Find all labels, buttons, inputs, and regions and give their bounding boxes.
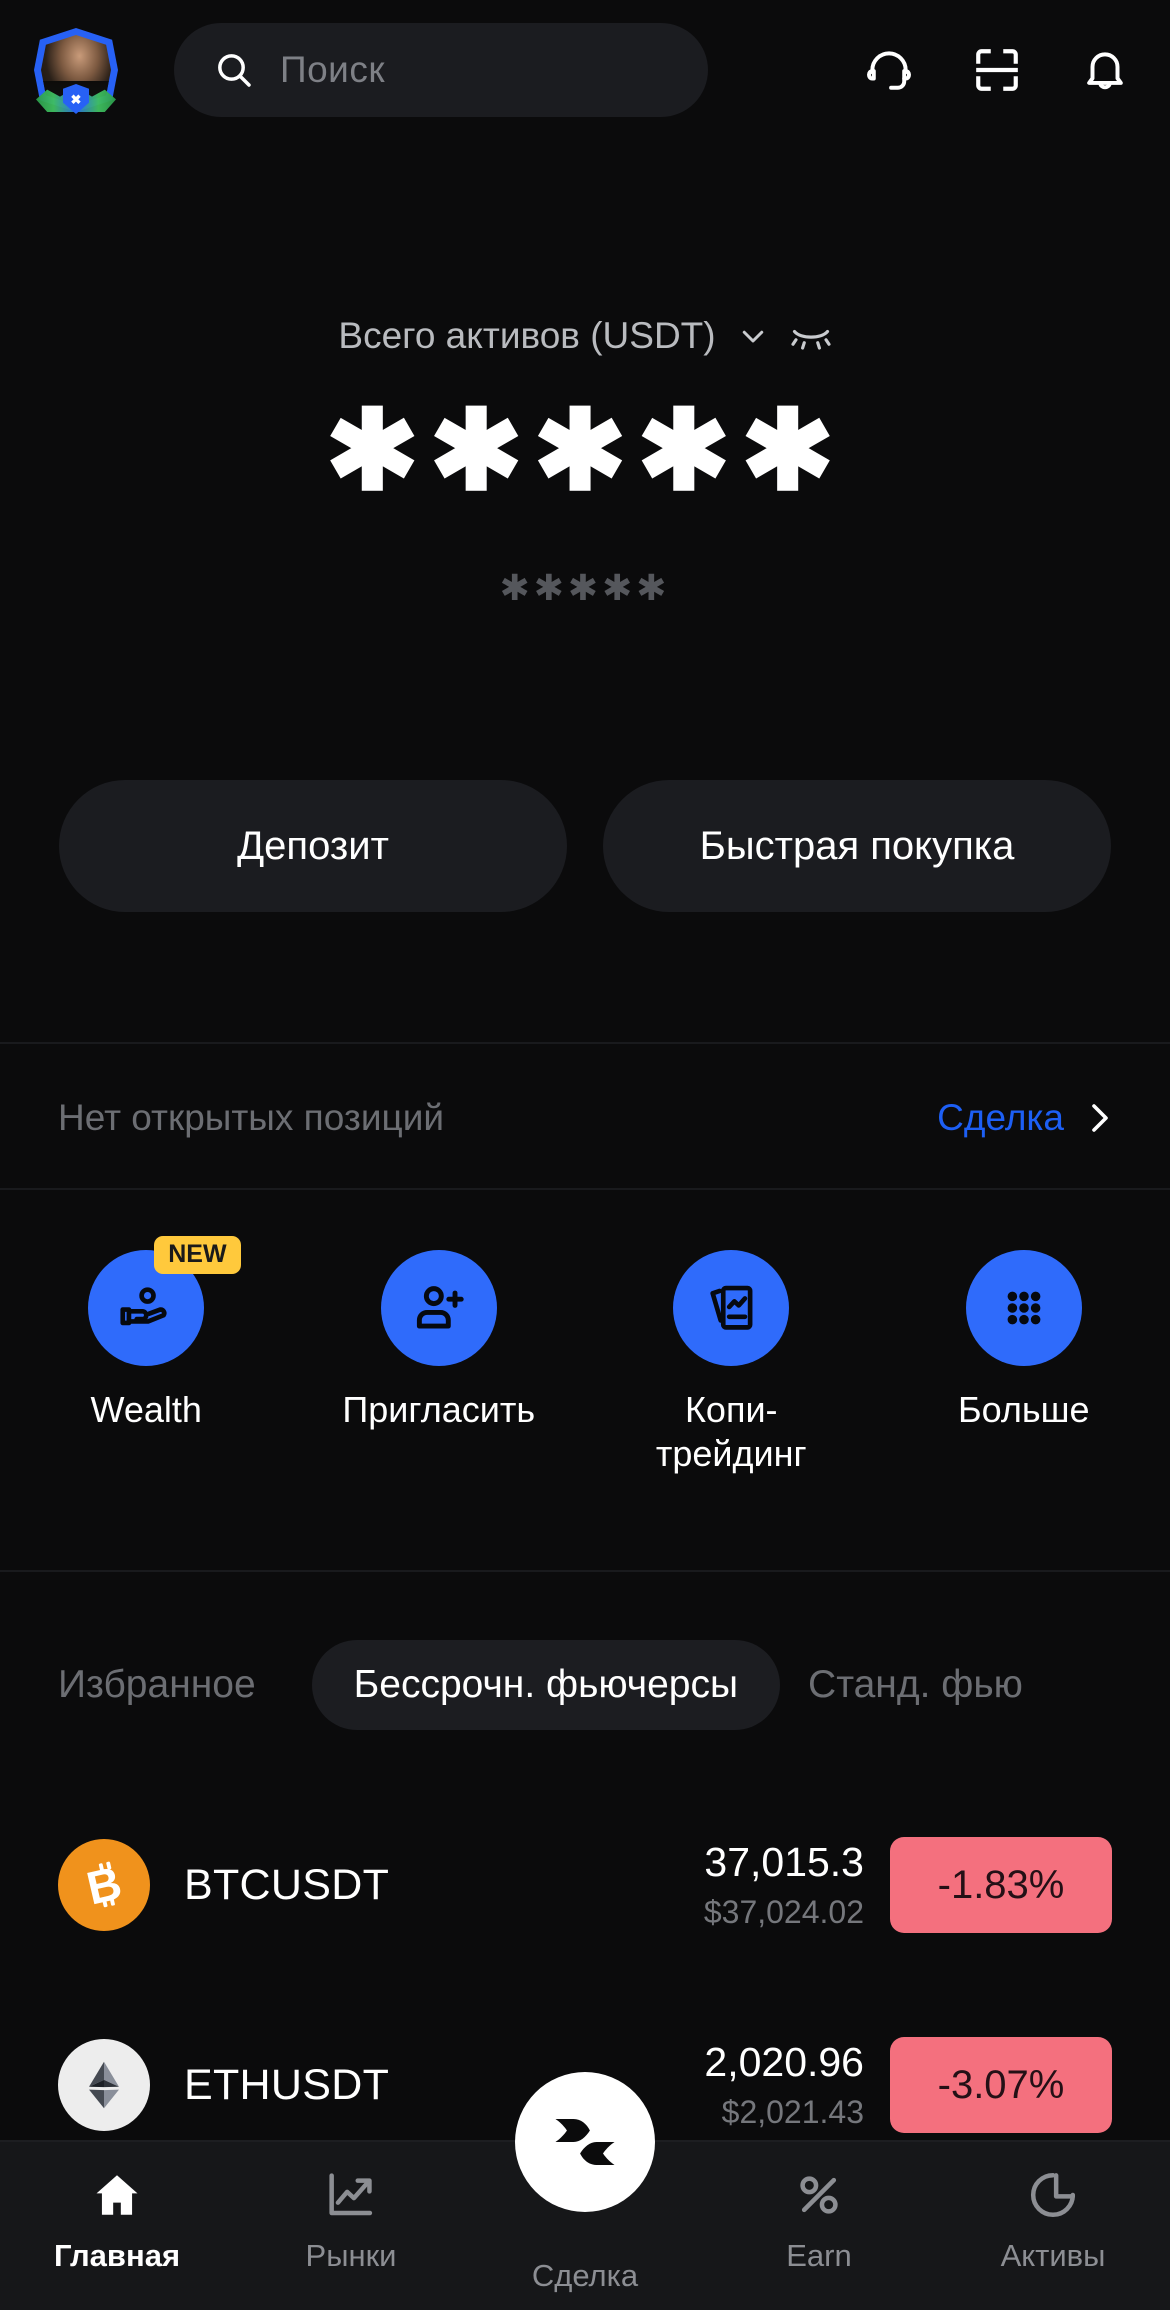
quick-action-icon-bg: NEW	[88, 1236, 241, 1366]
search-icon	[214, 50, 254, 90]
home-icon	[90, 2168, 144, 2222]
pie-chart-icon	[1026, 2168, 1080, 2222]
balance-label-row[interactable]: Всего активов (USDT)	[0, 315, 1170, 357]
divider-quickactions-top	[0, 1188, 1170, 1190]
coin-symbol: ETHUSDT	[184, 2060, 390, 2109]
tab-perpetual-futures[interactable]: Бессрочн. фьючерсы	[311, 1640, 781, 1730]
cta-button-row: Депозит Быстрая покупка	[0, 780, 1170, 912]
coin-price: 37,015.3	[704, 1838, 864, 1885]
price-column: 2,020.96 $2,021.43	[704, 2037, 890, 2134]
divider-positions-top	[0, 1042, 1170, 1044]
search-input[interactable]: Поиск	[174, 23, 708, 117]
status-badge[interactable]: -1.83%	[890, 1837, 1112, 1933]
positions-row: Нет открытых позиций Сделка	[0, 1048, 1170, 1188]
qa-line1: Копи-	[684, 1389, 778, 1430]
nav-item-home[interactable]: Главная	[0, 2142, 234, 2274]
person-add-icon	[408, 1277, 470, 1339]
new-badge: NEW	[154, 1236, 241, 1274]
market-tabs: Избранное Бессрочн. фьючерсы Станд. фью	[0, 1635, 1170, 1735]
positions-empty-text: Нет открытых позиций	[58, 1097, 445, 1138]
balance-label: Всего активов (USDT)	[338, 315, 716, 356]
coin-price: 2,020.96	[704, 2038, 864, 2085]
percent-icon	[792, 2168, 846, 2222]
quick-action-more[interactable]: Больше	[878, 1250, 1170, 1530]
chevron-right-icon	[1088, 1100, 1112, 1136]
nav-label: Активы	[1000, 2238, 1106, 2273]
nav-label: Earn	[786, 2238, 852, 2273]
nav-item-assets[interactable]: Активы	[936, 2142, 1170, 2274]
balance-value: ✱✱✱✱✱	[325, 388, 845, 513]
quick-action-icon-bg	[380, 1250, 497, 1366]
chart-up-icon	[324, 2168, 378, 2222]
search-placeholder: Поиск	[280, 49, 386, 90]
nav-label: Сделка	[531, 2258, 639, 2293]
coin-usd-price: $2,021.43	[721, 2093, 864, 2130]
grid-dots-icon	[993, 1277, 1055, 1339]
nav-item-markets[interactable]: Рынки	[234, 2142, 468, 2274]
nav-label: Рынки	[305, 2238, 397, 2273]
balance-sub-value: ✱✱✱✱✱	[499, 567, 671, 608]
nav-label: Главная	[53, 2238, 181, 2273]
quick-action-label: Пригласить	[342, 1389, 536, 1430]
hand-coin-icon	[115, 1277, 177, 1339]
eye-hidden-icon[interactable]	[790, 321, 832, 351]
scan-qr-icon[interactable]	[972, 45, 1022, 95]
table-row[interactable]: B BTCUSDT 37,015.3 $37,024.02 -1.83%	[0, 1785, 1170, 1985]
quick-action-label: Wealth	[90, 1389, 202, 1430]
quick-action-icon-bg	[673, 1250, 790, 1366]
app-header: ✖ Поиск	[0, 0, 1170, 140]
status-badge[interactable]: -3.07%	[890, 2037, 1112, 2133]
quick-action-copytrading[interactable]: Копи-трейдинг	[585, 1250, 878, 1530]
header-icon-group	[864, 45, 1136, 95]
balance-section: Всего активов (USDT) ✱✱✱✱✱ ✱✱✱✱✱ Депозит	[0, 140, 1170, 980]
quick-action-icon-bg	[965, 1250, 1082, 1366]
coin-usd-price: $37,024.02	[703, 1893, 864, 1930]
tab-standard-futures[interactable]: Станд. фью	[808, 1663, 1023, 1707]
quick-action-wealth[interactable]: NEW Wealth	[0, 1236, 293, 1530]
qa-line2: трейдинг	[655, 1432, 807, 1474]
coin-symbol: BTCUSDT	[184, 1860, 390, 1909]
bitcoin-icon: B	[58, 1839, 150, 1931]
quick-actions-row: NEW Wealth Пригласить Копи- трейдинг Бол…	[0, 1236, 1170, 1530]
bell-icon[interactable]	[1080, 45, 1130, 95]
headset-icon[interactable]	[864, 45, 914, 95]
ethereum-icon	[58, 2039, 150, 2131]
quick-action-label: Копи-трейдинг	[656, 1388, 807, 1476]
quick-action-label: Больше	[957, 1389, 1090, 1430]
app-screen: ✖ Поиск Всего активов (USDT) ✱✱✱✱✱ ✱✱✱✱✱…	[0, 0, 1170, 2310]
bitget-logo-icon[interactable]	[515, 2072, 655, 2212]
chevron-down-icon[interactable]	[738, 321, 768, 351]
positions-trade-link[interactable]: Сделка	[937, 1097, 1064, 1139]
nav-item-trade[interactable]: Сделка	[468, 2072, 702, 2294]
bottom-navigation: Главная Рынки Сделка Earn Активы	[0, 2072, 1170, 2310]
avatar[interactable]: ✖	[34, 28, 118, 114]
positions-action[interactable]: Сделка	[937, 1097, 1112, 1139]
deposit-button[interactable]: Депозит	[59, 780, 567, 912]
nav-item-earn[interactable]: Earn	[702, 2142, 936, 2274]
copy-trading-icon	[700, 1277, 762, 1339]
price-column: 37,015.3 $37,024.02	[704, 1837, 890, 1934]
tab-favorites[interactable]: Избранное	[58, 1663, 256, 1707]
quick-buy-button[interactable]: Быстрая покупка	[603, 780, 1111, 912]
quick-action-invite[interactable]: Пригласить	[293, 1250, 586, 1530]
divider-market-top	[0, 1570, 1170, 1572]
